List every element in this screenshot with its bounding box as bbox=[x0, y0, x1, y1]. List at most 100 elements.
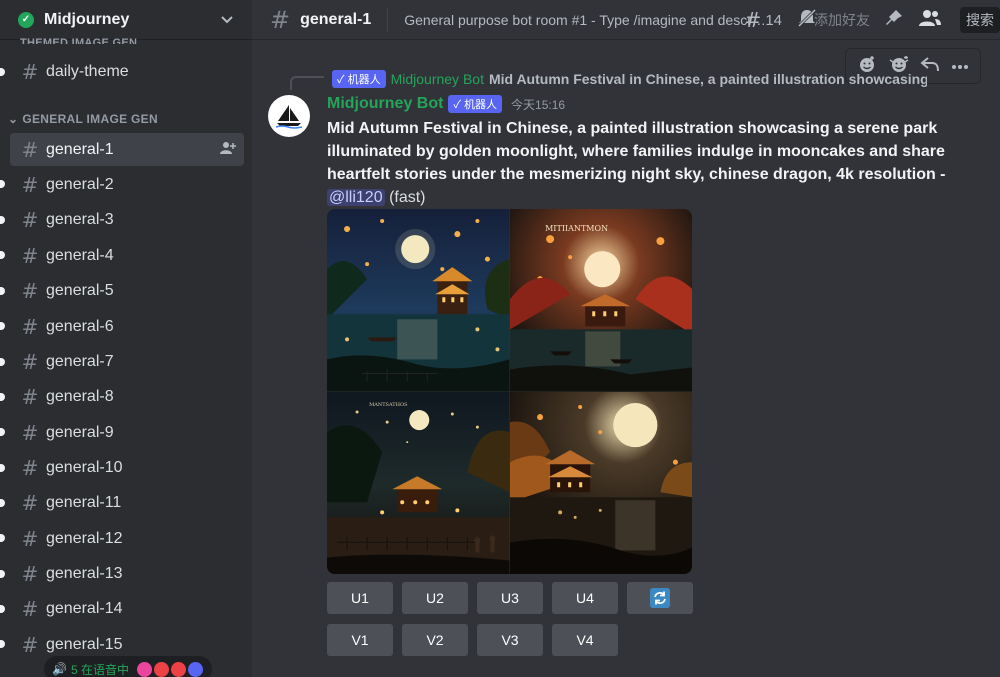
image-tile-2[interactable]: MITIIANTMON bbox=[509, 209, 692, 392]
unread-indicator bbox=[0, 605, 5, 613]
channel-label: general-6 bbox=[46, 317, 114, 335]
variation-2-button[interactable]: V2 bbox=[402, 624, 468, 656]
channel-general-11[interactable]: # general-11 bbox=[10, 486, 244, 519]
text-channel-icon: # bbox=[21, 384, 39, 409]
channel-label: general-15 bbox=[46, 635, 123, 653]
unread-indicator bbox=[0, 534, 5, 542]
server-name: Midjourney bbox=[44, 10, 130, 28]
unread-indicator bbox=[0, 287, 5, 295]
channel-general-6[interactable]: # general-6 bbox=[10, 310, 244, 343]
member-list-icon[interactable] bbox=[918, 8, 942, 33]
channel-sidebar: ✓ Midjourney THEMED IMAGE GEN # daily-th… bbox=[0, 0, 252, 677]
channel-general-12[interactable]: # general-12 bbox=[10, 522, 244, 555]
unread-indicator bbox=[0, 180, 5, 188]
channel-label: general-1 bbox=[46, 140, 114, 158]
text-channel-icon: # bbox=[21, 455, 39, 480]
image-tile-4[interactable] bbox=[509, 391, 692, 574]
upscale-3-button[interactable]: U3 bbox=[477, 582, 543, 614]
channel-general-2[interactable]: # general-2 bbox=[10, 168, 244, 201]
channel-label: general-2 bbox=[46, 175, 114, 193]
channel-general-10[interactable]: # general-10 bbox=[10, 451, 244, 484]
channel-general-4[interactable]: # general-4 bbox=[10, 239, 244, 272]
channel-label: general-10 bbox=[46, 458, 123, 476]
unread-indicator bbox=[0, 393, 5, 401]
text-channel-icon: # bbox=[21, 561, 39, 586]
reply-reference[interactable]: ✓ 机器人 Midjourney Bot Mid Autumn Festival… bbox=[327, 70, 927, 88]
text-channel-icon: # bbox=[21, 59, 39, 84]
text-channel-icon: # bbox=[21, 243, 39, 268]
upscale-4-button[interactable]: U4 bbox=[552, 582, 618, 614]
avatar bbox=[187, 661, 203, 677]
message-timestamp: 今天15:16 bbox=[511, 97, 566, 112]
divider bbox=[387, 7, 389, 32]
channel-general-9[interactable]: # general-9 bbox=[10, 416, 244, 449]
speaker-icon: 🔊 bbox=[52, 662, 67, 676]
sailboat-icon bbox=[275, 105, 303, 129]
channel-general-13[interactable]: # general-13 bbox=[10, 557, 244, 590]
category-header-partial[interactable]: THEMED IMAGE GEN bbox=[20, 34, 137, 44]
channel-general-1[interactable]: # general-1 bbox=[10, 133, 244, 166]
text-channel-icon: # bbox=[21, 596, 39, 621]
refresh-icon bbox=[650, 588, 670, 608]
category-header[interactable]: ⌄ GENERAL IMAGE GEN bbox=[8, 112, 158, 126]
channel-general-7[interactable]: # general-7 bbox=[10, 345, 244, 378]
voice-status-text: 5 在语音中 bbox=[70, 662, 129, 677]
channel-general-14[interactable]: # general-14 bbox=[10, 592, 244, 625]
threads-count: 14 bbox=[765, 11, 782, 29]
channel-label: general-5 bbox=[46, 281, 114, 299]
variation-3-button[interactable]: V3 bbox=[477, 624, 543, 656]
tile-caption-small: MANTSATHOS bbox=[369, 402, 408, 408]
message-author[interactable]: Midjourney Bot bbox=[327, 95, 443, 113]
prompt-text: Mid Autumn Festival in Chinese, a painte… bbox=[327, 120, 946, 183]
unread-indicator bbox=[0, 68, 5, 76]
pin-icon[interactable] bbox=[884, 8, 904, 33]
avatar bbox=[136, 661, 152, 677]
avatar bbox=[170, 661, 186, 677]
channel-daily-theme[interactable]: # daily-theme bbox=[10, 55, 244, 88]
generation-speed: (fast) bbox=[389, 189, 426, 206]
variation-4-button[interactable]: V4 bbox=[552, 624, 618, 656]
channel-label: general-12 bbox=[46, 529, 123, 547]
channel-general-3[interactable]: # general-3 bbox=[10, 203, 244, 236]
channel-label: general-9 bbox=[46, 423, 114, 441]
text-channel-icon: # bbox=[21, 349, 39, 374]
image-grid[interactable]: MITIIANTMON MANTSATHOS bbox=[327, 209, 692, 574]
reroll-button[interactable] bbox=[627, 582, 693, 614]
voice-activity-pill[interactable]: 🔊 5 在语音中 bbox=[44, 656, 212, 677]
verified-icon: ✓ bbox=[18, 11, 34, 28]
channel-label: general-3 bbox=[46, 210, 114, 228]
unread-indicator bbox=[0, 570, 5, 578]
chevron-down-icon[interactable] bbox=[220, 12, 234, 28]
unread-indicator bbox=[0, 464, 5, 472]
unread-indicator bbox=[0, 216, 5, 224]
reply-connector bbox=[290, 76, 324, 90]
unread-indicator bbox=[0, 428, 5, 436]
channel-topic[interactable]: General purpose bot room #1 - Type /imag… bbox=[404, 12, 766, 28]
more-options-icon[interactable] bbox=[951, 57, 969, 75]
channel-label: daily-theme bbox=[46, 62, 129, 80]
message-content: Mid Autumn Festival in Chinese, a painte… bbox=[327, 117, 967, 209]
avatar bbox=[153, 661, 169, 677]
channel-general-8[interactable]: # general-8 bbox=[10, 380, 244, 413]
channel-header: # general-1 General purpose bot room #1 … bbox=[252, 0, 1000, 40]
threads-icon: # bbox=[744, 8, 762, 32]
channel-label: general-7 bbox=[46, 352, 114, 370]
threads-button[interactable]: # 14 bbox=[745, 8, 782, 32]
channel-general-5[interactable]: # general-5 bbox=[10, 274, 244, 307]
text-channel-icon: # bbox=[21, 137, 39, 162]
reply-text[interactable]: Mid Autumn Festival in Chinese, a painte… bbox=[489, 71, 927, 87]
unread-indicator bbox=[0, 640, 5, 648]
upscale-2-button[interactable]: U2 bbox=[402, 582, 468, 614]
variation-1-button[interactable]: V1 bbox=[327, 624, 393, 656]
upscale-1-button[interactable]: U1 bbox=[327, 582, 393, 614]
image-tile-1[interactable] bbox=[327, 209, 510, 392]
text-channel-icon: # bbox=[21, 172, 39, 197]
add-friends-label[interactable]: 添加好友 bbox=[814, 10, 870, 30]
reply-author[interactable]: Midjourney Bot bbox=[391, 71, 484, 87]
tile-caption: MITIIANTMON bbox=[545, 224, 608, 233]
user-mention[interactable]: @lli120 bbox=[327, 189, 385, 206]
bot-avatar[interactable] bbox=[268, 95, 310, 137]
image-tile-3[interactable]: MANTSATHOS bbox=[327, 391, 510, 574]
search-input[interactable]: 搜索 bbox=[960, 7, 1000, 33]
create-invite-icon[interactable] bbox=[220, 141, 236, 158]
